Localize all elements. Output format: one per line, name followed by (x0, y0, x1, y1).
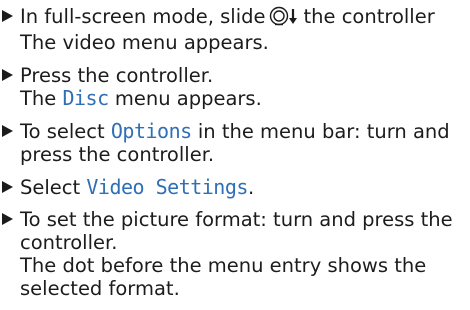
step-5-instruction-continued: controller. (20, 231, 118, 254)
step-5: To set the picture format: turn and pres… (0, 208, 470, 300)
step-1: In full-screen mode, slide the controller… (0, 5, 470, 54)
instruction-steps: In full-screen mode, slide the controller… (0, 0, 470, 310)
controller-slide-down-icon (269, 6, 303, 31)
step-3: To select Options in the menu bar: turn … (0, 120, 470, 166)
step-3-instruction-continued: press the controller. (20, 143, 215, 166)
step-1-instruction: In full-screen mode, slide the controller (20, 5, 470, 31)
triangle-bullet-icon (2, 213, 13, 225)
triangle-bullet-icon (2, 69, 13, 81)
triangle-bullet-icon (2, 125, 13, 137)
step-2-instruction: Press the controller. (20, 64, 214, 87)
step-1-result: The video menu appears. (20, 31, 269, 54)
step-5-result-continued: selected format. (20, 277, 180, 300)
step-4: Select Video Settings. (0, 176, 470, 199)
step-2: Press the controller. The Disc menu appe… (0, 64, 470, 110)
menu-term-disc: Disc (62, 86, 109, 110)
step-5-result: The dot before the menu entry shows the (20, 254, 427, 277)
step-2-result: The Disc menu appears. (20, 86, 262, 111)
menu-term-video-settings: Video Settings (86, 175, 248, 199)
menu-term-options: Options (110, 119, 192, 143)
triangle-bullet-icon (2, 181, 13, 193)
step-3-instruction: To select Options in the menu bar: turn … (20, 119, 450, 144)
step-5-instruction: To set the picture format: turn and pres… (20, 208, 453, 231)
triangle-bullet-icon (2, 10, 13, 22)
step-4-instruction: Select Video Settings. (20, 175, 255, 200)
